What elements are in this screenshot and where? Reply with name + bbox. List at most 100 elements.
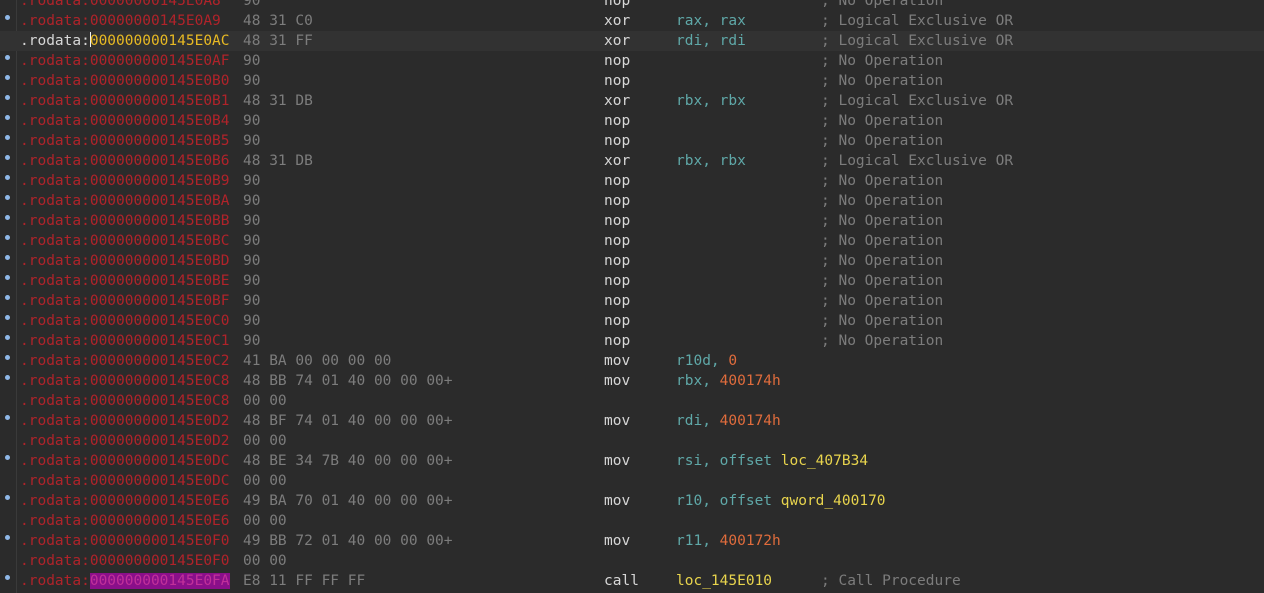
operands[interactable]: rbx, rbx bbox=[676, 151, 746, 171]
mnemonic[interactable]: mov bbox=[604, 371, 630, 391]
listing-line[interactable]: .rodata:000000000145E0D2 00 00 bbox=[0, 431, 1264, 451]
listing-line[interactable]: .rodata:000000000145E0C0 90 nop ; No Operat… bbox=[0, 311, 1264, 331]
address[interactable]: 000000000145E0C0 bbox=[90, 313, 230, 329]
segment-address[interactable]: .rodata:000000000145E0B9 bbox=[20, 171, 230, 191]
address[interactable]: 000000000145E0BD bbox=[90, 253, 230, 269]
operand-symbol[interactable]: loc_407B34 bbox=[781, 453, 868, 469]
segment-address[interactable]: .rodata:000000000145E0C2 bbox=[20, 351, 230, 371]
segment-address[interactable]: .rodata:000000000145E0BA bbox=[20, 191, 230, 211]
segment-address[interactable]: .rodata:000000000145E0B0 bbox=[20, 71, 230, 91]
listing-line[interactable]: .rodata:00000000145E0A9 48 31 C0 xor rax, r… bbox=[0, 11, 1264, 31]
segment-address[interactable]: .rodata:000000000145E0BD bbox=[20, 251, 230, 271]
listing-line[interactable]: .rodata:000000000145E0C1 90 nop ; No Operat… bbox=[0, 331, 1264, 351]
address[interactable]: 000000000145E0BA bbox=[90, 193, 230, 209]
current-listing-line[interactable]: .rodata:000000000145E0AC 48 31 FF xor rdi, … bbox=[0, 31, 1264, 51]
mnemonic[interactable]: mov bbox=[604, 351, 630, 371]
operand-symbol[interactable]: qword_400170 bbox=[781, 493, 886, 509]
address[interactable]: 00000000145E0A8 bbox=[90, 0, 221, 9]
mnemonic[interactable]: nop bbox=[604, 0, 630, 11]
listing-line[interactable]: .rodata:000000000145E0B1 48 31 DB xor rbx, … bbox=[0, 91, 1264, 111]
disassembly-view[interactable]: .rodata:00000000145E0A8 90 nop; No Operati… bbox=[0, 0, 1264, 593]
operands[interactable]: rax, rax bbox=[676, 11, 746, 31]
mnemonic[interactable]: nop bbox=[604, 231, 630, 251]
segment-address[interactable]: .rodata:000000000145E0B4 bbox=[20, 111, 230, 131]
address[interactable]: 000000000145E0DC bbox=[90, 453, 230, 469]
listing-line[interactable]: .rodata:000000000145E0F0 49 BB 72 01 40 0… bbox=[0, 531, 1264, 551]
listing-line[interactable]: .rodata:000000000145E0AF 90 nop ; No Operat… bbox=[0, 51, 1264, 71]
mnemonic[interactable]: xor bbox=[604, 91, 630, 111]
segment-address[interactable]: .rodata:000000000145E0AF bbox=[20, 51, 230, 71]
segment-address[interactable]: .rodata:000000000145E0DC bbox=[20, 471, 230, 491]
listing-line[interactable]: .rodata:000000000145E0BE 90 nop ; No Operat… bbox=[0, 271, 1264, 291]
address[interactable]: 000000000145E0B4 bbox=[90, 113, 230, 129]
segment-address[interactable]: .rodata:000000000145E0B5 bbox=[20, 131, 230, 151]
listing-line[interactable]: .rodata:000000000145E0BA 90 nop ; No Operat… bbox=[0, 191, 1264, 211]
listing-line[interactable]: .rodata:00000000145E0A8 90 nop ; No Operati… bbox=[0, 0, 1264, 11]
mnemonic[interactable]: nop bbox=[604, 311, 630, 331]
segment-address[interactable]: .rodata:000000000145E0BB bbox=[20, 211, 230, 231]
mnemonic[interactable]: nop bbox=[604, 131, 630, 151]
mnemonic[interactable]: mov bbox=[604, 531, 630, 551]
segment-address[interactable]: .rodata:000000000145E0E6 bbox=[20, 491, 230, 511]
mnemonic[interactable]: nop bbox=[604, 191, 630, 211]
address[interactable]: 000000000145E0F0 bbox=[90, 533, 230, 549]
address[interactable]: 000000000145E0C2 bbox=[90, 353, 230, 369]
address[interactable]: 000000000145E0B6 bbox=[90, 153, 230, 169]
listing-line[interactable]: .rodata:000000000145E0FA E8 11 FF FF FF ca… bbox=[0, 571, 1264, 591]
mnemonic[interactable]: call bbox=[604, 571, 639, 591]
listing-line[interactable]: .rodata:000000000145E0F0 00 00 bbox=[0, 551, 1264, 571]
listing-line[interactable]: .rodata:000000000145E0B9 90 nop ; No Operat… bbox=[0, 171, 1264, 191]
mnemonic[interactable]: xor bbox=[604, 151, 630, 171]
mnemonic[interactable]: mov bbox=[604, 491, 630, 511]
segment-address[interactable]: .rodata:000000000145E0BF bbox=[20, 291, 230, 311]
operands[interactable]: r11, 400172h bbox=[676, 531, 781, 551]
address[interactable]: 000000000145E0B9 bbox=[90, 173, 230, 189]
segment-address[interactable]: .rodata:000000000145E0C8 bbox=[20, 391, 230, 411]
address[interactable]: 000000000145E0AF bbox=[90, 53, 230, 69]
listing-line[interactable]: .rodata:000000000145E0C8 48 BB 74 01 40 0… bbox=[0, 371, 1264, 391]
mnemonic[interactable]: nop bbox=[604, 111, 630, 131]
address[interactable]: 000000000145E0D2 bbox=[90, 433, 230, 449]
listing-line[interactable]: .rodata:000000000145E0B5 90 nop ; No Operat… bbox=[0, 131, 1264, 151]
address[interactable]: 000000000145E0E6 bbox=[90, 513, 230, 529]
address[interactable]: 000000000145E0BF bbox=[90, 293, 230, 309]
address[interactable]: 000000000145E0C8 bbox=[90, 393, 230, 409]
mnemonic[interactable]: nop bbox=[604, 251, 630, 271]
segment-address[interactable]: .rodata:000000000145E0DC bbox=[20, 451, 230, 471]
listing-line[interactable]: .rodata:000000000145E0B0 90 nop ; No Operat… bbox=[0, 71, 1264, 91]
address[interactable]: 000000000145E0B0 bbox=[90, 73, 230, 89]
listing-line[interactable]: .rodata:000000000145E0B4 90 nop ; No Operat… bbox=[0, 111, 1264, 131]
segment-address[interactable]: .rodata:000000000145E0BC bbox=[20, 231, 230, 251]
address[interactable]: 000000000145E0C8 bbox=[90, 373, 230, 389]
operands[interactable]: rdi, 400174h bbox=[676, 411, 781, 431]
mnemonic[interactable]: nop bbox=[604, 71, 630, 91]
mnemonic[interactable]: mov bbox=[604, 451, 630, 471]
address[interactable]: 000000000145E0C1 bbox=[90, 333, 230, 349]
address[interactable]: 000000000145E0FA bbox=[89, 573, 230, 589]
mnemonic[interactable]: nop bbox=[604, 51, 630, 71]
segment-address[interactable]: .rodata:000000000145E0F0 bbox=[20, 551, 230, 571]
address[interactable]: 000000000145E0BE bbox=[90, 273, 230, 289]
mnemonic[interactable]: mov bbox=[604, 411, 630, 431]
segment-address[interactable]: .rodata:000000000145E0C8 bbox=[20, 371, 230, 391]
segment-address[interactable]: .rodata:000000000145E0E6 bbox=[20, 511, 230, 531]
listing-line[interactable]: .rodata:000000000145E0BD 90 nop ; No Operat… bbox=[0, 251, 1264, 271]
listing-line[interactable]: .rodata:000000000145E0C8 00 00 bbox=[0, 391, 1264, 411]
operands[interactable]: rdi, rdi bbox=[676, 31, 746, 51]
mnemonic[interactable]: nop bbox=[604, 211, 630, 231]
listing-line[interactable]: .rodata:000000000145E0E6 49 BA 70 01 40 0… bbox=[0, 491, 1264, 511]
operands[interactable]: loc_145E010 bbox=[676, 571, 772, 591]
segment-address[interactable]: .rodata:00000000145E0A9 bbox=[20, 11, 221, 31]
operands[interactable]: r10, offset qword_400170 bbox=[676, 491, 886, 511]
segment-address[interactable]: .rodata:000000000145E0C1 bbox=[20, 331, 230, 351]
operands[interactable]: rbx, 400174h bbox=[676, 371, 781, 391]
segment-address[interactable]: .rodata:000000000145E0AC bbox=[20, 31, 230, 51]
listing-line[interactable]: .rodata:000000000145E0DC 00 00 bbox=[0, 471, 1264, 491]
operands[interactable]: r10d, 0 bbox=[676, 351, 737, 371]
operands[interactable]: rsi, offset loc_407B34 bbox=[676, 451, 868, 471]
segment-address[interactable]: .rodata:00000000145E0A8 bbox=[20, 0, 221, 11]
listing-line[interactable]: .rodata:000000000145E0DC 48 BE 34 7B 40 0… bbox=[0, 451, 1264, 471]
mnemonic[interactable]: xor bbox=[604, 31, 630, 51]
listing-line[interactable]: .rodata:000000000145E0BB 90 nop ; No Operat… bbox=[0, 211, 1264, 231]
address[interactable]: 000000000145E0B1 bbox=[90, 93, 230, 109]
